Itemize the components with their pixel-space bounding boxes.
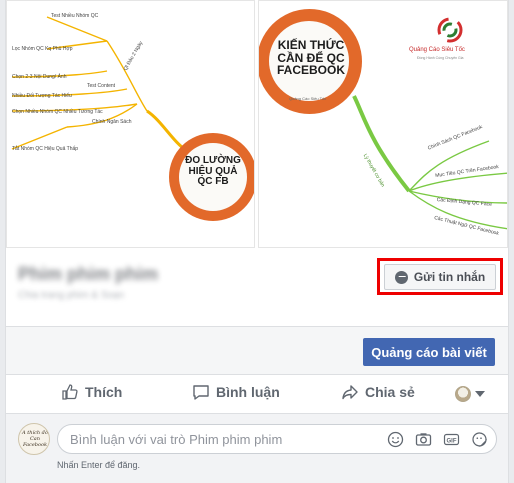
thumbs-up-icon <box>62 384 78 400</box>
logo-tagline: Đồng Hành Cùng Chuyên Gia <box>417 56 464 60</box>
svg-text:GIF: GIF <box>447 438 457 444</box>
branch-label: Chính Ngân Sách <box>92 119 132 125</box>
logo-name: Quảng Cáo Siêu Tốc <box>409 47 465 53</box>
avatar: A thích đồ Can Facebook <box>18 423 50 455</box>
branch-label: Chọn 2-3 Nội Dung/ Ảnh <box>12 74 67 80</box>
branch-label: Test Content <box>87 83 116 89</box>
messenger-icon <box>394 270 408 284</box>
share-icon <box>342 385 358 400</box>
sticker-icon[interactable] <box>471 431 488 448</box>
mindmap-image-right[interactable]: KIẾN THỨC CẦN ĐỂ QC FACEBOOK Quảng Cáo S… <box>258 0 508 248</box>
avatar-text: A thích đồ Can Facebook <box>22 430 48 448</box>
mindmap-image-left[interactable]: Test Nhiều Nhóm QC Lọc Nhóm QC Kq Phù Hợ… <box>6 0 255 248</box>
page-name[interactable]: Phim phim phim <box>18 264 158 285</box>
branch-label: Test Nhiều Nhóm QC <box>51 13 99 19</box>
comment-input[interactable]: Bình luận với vai trò Phim phim phim GIF <box>57 424 497 454</box>
branch-label: Nhiều Đối Tượng Tác Hiểu <box>12 93 72 99</box>
send-message-label: Gửi tin nhắn <box>413 270 486 284</box>
comment-button[interactable]: Bình luận <box>192 383 280 401</box>
circle-title: KIẾN THỨC CẦN ĐỂ QC FACEBOOK <box>276 38 345 78</box>
send-message-button[interactable]: Gửi tin nhắn <box>384 264 496 290</box>
comment-label: Bình luận <box>216 384 280 400</box>
chevron-down-icon <box>475 391 485 397</box>
circle-subtitle: Quảng Cáo Siêu Tốc <box>289 96 327 101</box>
enter-hint: Nhấn Enter để đăng. <box>57 460 141 470</box>
page-subtitle: Chia trang phim & Soạn <box>18 290 125 301</box>
like-label: Thích <box>85 384 123 400</box>
page-avatar-small <box>455 386 471 402</box>
comment-placeholder: Bình luận với vai trò Phim phim phim <box>70 431 283 447</box>
share-button[interactable]: Chia sẻ <box>341 383 415 401</box>
emoji-icon[interactable] <box>387 431 404 448</box>
branch-label: Tắt Nhóm QC Hiệu Quả Thấp <box>12 146 79 152</box>
page-info-row: Phim phim phim Chia trang phim & Soạn Gử… <box>6 248 508 326</box>
comment-icon <box>193 385 209 400</box>
post-images: Test Nhiều Nhóm QC Lọc Nhóm QC Kq Phù Hợ… <box>6 0 508 248</box>
comment-composer: A thích đồ Can Facebook Bình luận với va… <box>6 414 508 483</box>
branch-label: Lọc Nhóm QC Kq Phù Hợp <box>12 46 73 52</box>
circle-title: ĐO LƯỜNG HIỆU QUẢ QC FB <box>185 155 241 187</box>
like-button[interactable]: Thích <box>61 383 122 401</box>
share-label: Chia sẻ <box>365 384 415 400</box>
post-as-selector[interactable] <box>455 386 485 402</box>
branch-label: Chọn Nhiều Nhóm QC Nhiều Tương Tác <box>12 109 103 115</box>
boost-row: Quảng cáo bài viết <box>6 326 508 374</box>
post-actions: Thích Bình luận Chia sẻ <box>6 374 508 414</box>
camera-icon[interactable] <box>415 431 432 448</box>
logo-icon <box>437 17 463 43</box>
post-card: Test Nhiều Nhóm QC Lọc Nhóm QC Kq Phù Hợ… <box>5 0 509 483</box>
gif-icon[interactable]: GIF <box>443 431 460 448</box>
boost-post-button[interactable]: Quảng cáo bài viết <box>363 338 495 366</box>
